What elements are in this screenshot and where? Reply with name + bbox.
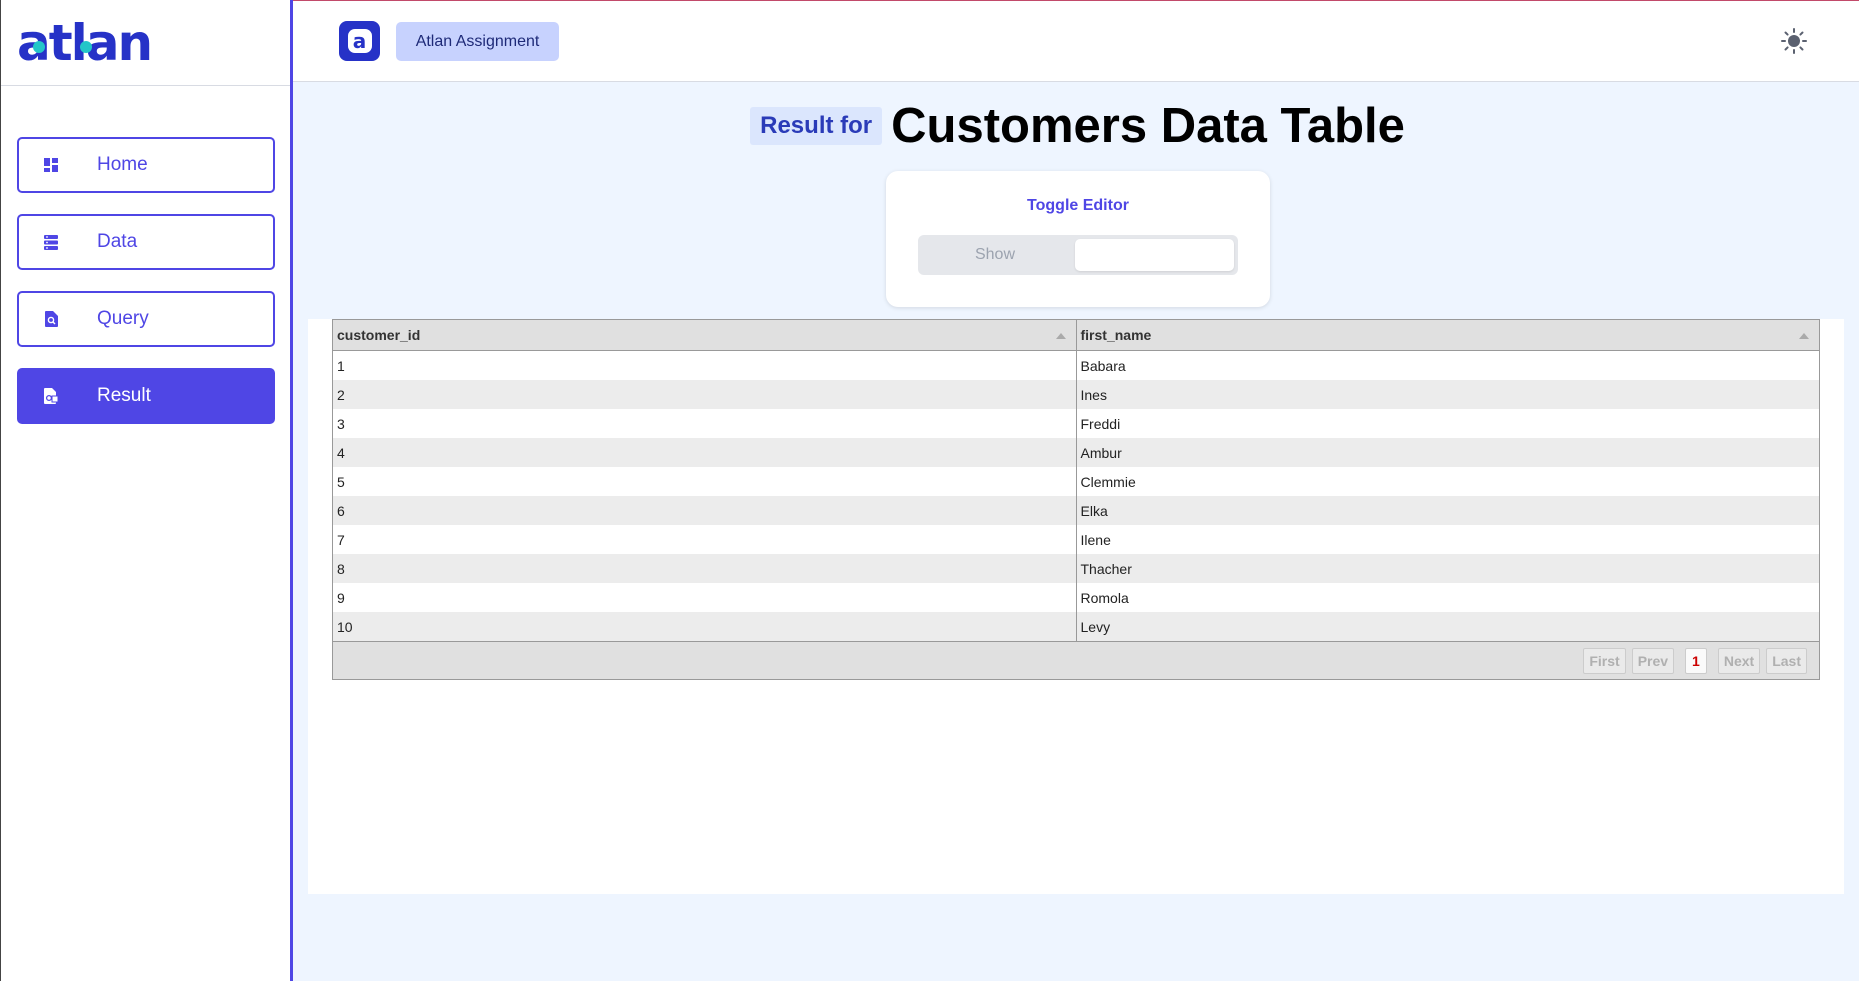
- last-page-button[interactable]: Last: [1766, 647, 1807, 674]
- sidebar: atlan Home Data Query Re: [0, 0, 293, 981]
- table-row[interactable]: 2 Ines: [333, 380, 1819, 409]
- table-cell: 5: [337, 473, 345, 490]
- page-title-row: Result for Customers Data Table: [296, 98, 1859, 154]
- database-icon: [43, 234, 59, 250]
- table-row[interactable]: 5 Clemmie: [333, 467, 1819, 496]
- table-cell: 3: [337, 415, 345, 432]
- current-page-button[interactable]: 1: [1685, 647, 1707, 674]
- sidebar-item-label: Result: [97, 385, 151, 406]
- table-cell: Freddi: [1075, 409, 1820, 438]
- table-row[interactable]: 1 Babara: [333, 351, 1819, 380]
- sort-asc-icon: [1055, 333, 1066, 339]
- prev-page-button[interactable]: Prev: [1631, 647, 1675, 674]
- logo-area: atlan: [1, 0, 290, 86]
- toggle-editor-title: Toggle Editor: [1027, 197, 1129, 214]
- sidebar-nav: Home Data Query Result: [1, 86, 290, 424]
- sidebar-item-query[interactable]: Query: [17, 291, 275, 347]
- toggle-editor-switch[interactable]: Show: [918, 235, 1238, 275]
- toggle-show-label[interactable]: Show: [918, 235, 1072, 275]
- table-cell: Ambur: [1075, 438, 1820, 467]
- table-cell: Ilene: [1075, 525, 1820, 554]
- sidebar-item-home[interactable]: Home: [17, 137, 275, 193]
- app-badge-icon[interactable]: a: [339, 21, 380, 61]
- search-file-icon: [43, 311, 59, 327]
- table-cell: 8: [337, 560, 345, 577]
- page-title: Customers Data Table: [891, 99, 1405, 153]
- top-header: a Atlan Assignment: [293, 0, 1859, 82]
- first-page-button[interactable]: First: [1583, 647, 1626, 674]
- sort-asc-icon: [1799, 333, 1809, 339]
- table-cell: Babara: [1075, 351, 1820, 380]
- table-cell: Ines: [1075, 380, 1820, 409]
- table-cell: 6: [337, 502, 345, 519]
- sidebar-item-label: Query: [97, 308, 149, 329]
- table-row[interactable]: 9 Romola: [333, 583, 1819, 612]
- table-body: 1 Babara 2 Ines 3 Freddi 4 Ambur 5 Clemmie 6 E…: [333, 351, 1819, 641]
- table-row[interactable]: 8 Thacher: [333, 554, 1819, 583]
- result-for-label: Result for: [750, 107, 883, 145]
- toggle-editor-card: Toggle Editor Show: [886, 171, 1270, 307]
- table-cell: 2: [337, 386, 345, 403]
- table-cell: Clemmie: [1075, 467, 1820, 496]
- table-cell: Romola: [1075, 583, 1820, 612]
- table-cell: 1: [337, 357, 345, 374]
- next-page-button[interactable]: Next: [1717, 647, 1761, 674]
- table-header: customer_id first_name: [333, 320, 1819, 351]
- table-cell: Thacher: [1075, 554, 1820, 583]
- sidebar-item-data[interactable]: Data: [17, 214, 275, 270]
- table-cell: Elka: [1075, 496, 1820, 525]
- column-header-first-name[interactable]: first_name: [1075, 320, 1820, 350]
- table-cell: 7: [337, 531, 345, 548]
- table-cell: 9: [337, 589, 345, 606]
- pagination-bar: First Prev 1 Next Last: [333, 641, 1819, 679]
- column-header-customer-id[interactable]: customer_id: [333, 320, 1076, 350]
- sidebar-item-result[interactable]: Result: [17, 368, 275, 424]
- table-row[interactable]: 7 Ilene: [333, 525, 1819, 554]
- result-panel: customer_id first_name 1 Babara 2 Ines 3 Fr…: [308, 319, 1844, 894]
- toggle-knob[interactable]: [1075, 239, 1234, 271]
- table-row[interactable]: 3 Freddi: [333, 409, 1819, 438]
- table-cell: Levy: [1075, 612, 1820, 641]
- atlan-assignment-button[interactable]: Atlan Assignment: [396, 22, 559, 61]
- result-file-icon: [43, 388, 59, 404]
- table-cell: 4: [337, 444, 345, 461]
- sidebar-item-label: Home: [97, 154, 148, 175]
- dashboard-icon: [43, 157, 59, 173]
- sidebar-item-label: Data: [97, 231, 138, 252]
- table-row[interactable]: 4 Ambur: [333, 438, 1819, 467]
- table-row[interactable]: 6 Elka: [333, 496, 1819, 525]
- table-cell: 10: [337, 618, 353, 635]
- table-row[interactable]: 10 Levy: [333, 612, 1819, 641]
- atlan-logo[interactable]: atlan: [17, 18, 153, 68]
- sun-icon[interactable]: [1781, 28, 1807, 54]
- customers-table: customer_id first_name 1 Babara 2 Ines 3 Fr…: [332, 319, 1820, 680]
